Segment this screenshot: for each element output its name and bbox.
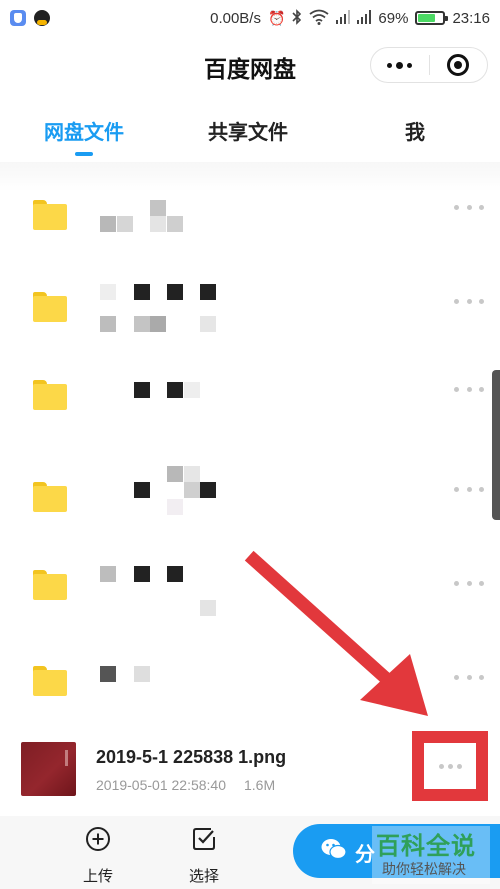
qq-icon <box>34 10 50 26</box>
row-more-button[interactable] <box>454 672 484 682</box>
list-item[interactable] <box>0 442 500 534</box>
file-more-button[interactable] <box>412 731 488 801</box>
list-item[interactable] <box>0 254 500 346</box>
network-speed: 0.00B/s <box>210 9 261 27</box>
select-button[interactable]: 选择 <box>174 824 234 886</box>
watermark-title: 百科全说 <box>376 833 476 860</box>
select-label: 选择 <box>188 868 219 885</box>
upload-label: 上传 <box>82 868 113 885</box>
tab-cloud-files[interactable]: 网盘文件 <box>44 116 124 145</box>
wifi-icon <box>309 9 329 28</box>
file-date: 2019-05-01 22:58:40 <box>96 777 226 793</box>
row-more-button[interactable] <box>454 296 484 306</box>
title-bar: 百度网盘 <box>0 36 500 94</box>
battery-percent: 69% <box>378 9 409 27</box>
wechat-icon <box>321 839 347 860</box>
pixelated-name <box>0 442 500 534</box>
watermark: 百科全说 助你轻松解决 <box>372 826 490 884</box>
bluetooth-icon <box>292 8 302 28</box>
miniprogram-capsule <box>370 47 488 83</box>
scrollbar[interactable] <box>492 370 500 520</box>
clock: 23:16 <box>452 9 490 27</box>
alarm-icon: ⏰ <box>267 9 286 26</box>
row-more-button[interactable] <box>454 202 484 212</box>
more-icon <box>438 763 444 769</box>
tab-shared-files[interactable]: 共享文件 <box>208 116 288 145</box>
list-item[interactable] <box>0 348 500 440</box>
row-more-button[interactable] <box>454 384 484 394</box>
more-icon <box>387 62 393 68</box>
pixelated-name <box>0 348 500 440</box>
annotation-arrow <box>244 550 428 716</box>
upload-button[interactable]: 上传 <box>68 824 128 886</box>
tab-bar: 网盘文件 共享文件 我 <box>0 104 500 160</box>
file-size: 1.6M <box>244 777 276 793</box>
signal-icon <box>336 9 351 27</box>
status-bar: 0.00B/s ⏰ 69% 23:16 <box>0 0 500 36</box>
close-target-icon <box>447 54 470 76</box>
upload-icon <box>86 827 110 851</box>
watermark-subtitle: 助你轻松解决 <box>382 861 466 877</box>
more-button[interactable] <box>371 48 429 82</box>
file-name: 2019-5-1 225838 1.png <box>96 747 287 767</box>
row-more-button[interactable] <box>454 484 484 494</box>
pixelated-name <box>0 170 500 262</box>
row-more-button[interactable] <box>454 578 484 588</box>
file-item[interactable]: 2019-5-1 225838 1.png 2019-05-01 22:58:4… <box>0 722 500 816</box>
close-button[interactable] <box>429 48 487 82</box>
battery-icon <box>415 11 449 25</box>
signal-icon-2 <box>357 9 372 27</box>
file-thumbnail <box>21 742 76 796</box>
active-tab-indicator <box>75 152 93 156</box>
select-check-icon <box>193 828 215 850</box>
security-app-icon <box>10 10 26 26</box>
list-item[interactable] <box>0 170 500 262</box>
pixelated-name <box>0 254 500 346</box>
tab-me[interactable]: 我 <box>405 116 425 145</box>
